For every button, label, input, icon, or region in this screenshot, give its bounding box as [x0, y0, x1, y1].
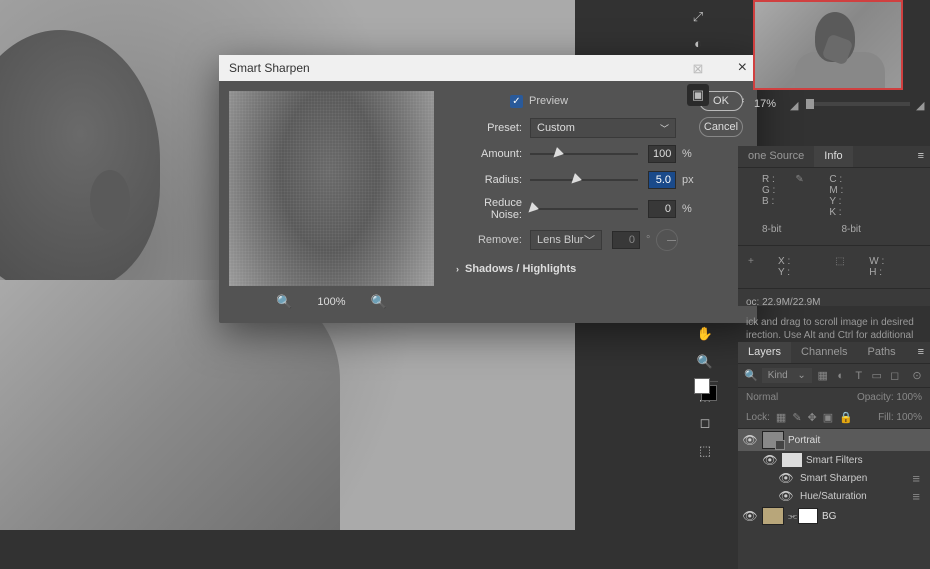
lock-transparency-icon[interactable]: ▦: [776, 411, 786, 424]
fill-value[interactable]: 100%: [896, 412, 922, 423]
preview-image[interactable]: [229, 91, 434, 286]
filter-toggle-icon[interactable]: ⊙: [910, 369, 924, 383]
preset-label: Preset:: [450, 122, 530, 134]
shadows-highlights-disclosure[interactable]: › Shadows / Highlights: [450, 263, 747, 275]
artboard-tool-icon[interactable]: ▣: [687, 84, 709, 106]
link-icon[interactable]: ⫘: [788, 511, 798, 522]
layer-list: 👁 Portrait 👁 Smart Filters 👁 Smart Sharp…: [738, 429, 930, 527]
radius-input[interactable]: [648, 171, 676, 189]
crosshair-icon: +: [744, 256, 758, 278]
layers-panel: Layers Channels Paths ≡ 🔍 Kind⌄ ▦ ◐ T ▭ …: [738, 342, 930, 569]
zoom-out-triangle-icon[interactable]: ◢: [790, 99, 800, 109]
smart-filters-row[interactable]: 👁 Smart Filters: [738, 451, 930, 469]
zoom-tool-icon[interactable]: 🔍: [694, 351, 716, 373]
cancel-button[interactable]: Cancel: [699, 117, 743, 137]
remove-label: Remove:: [450, 234, 530, 246]
dialog-titlebar[interactable]: Smart Sharpen ×: [219, 55, 757, 81]
noise-input[interactable]: [648, 200, 676, 218]
navigator-zoom-value: 17%: [754, 98, 784, 110]
tab-paths[interactable]: Paths: [858, 342, 906, 363]
lock-position-icon[interactable]: ✥: [808, 411, 817, 424]
perspective-tool-icon[interactable]: ⊠: [687, 58, 709, 80]
zoom-out-icon[interactable]: 🔍: [276, 294, 292, 310]
info-panel: one Source Info ≡ R : G : B : ✎ C : M : …: [738, 146, 930, 306]
visibility-icon[interactable]: 👁: [742, 509, 758, 523]
visibility-icon[interactable]: 👁: [778, 489, 794, 503]
noise-label: Reduce Noise:: [450, 197, 530, 221]
blend-mode-select[interactable]: Normal: [746, 392, 778, 403]
amount-input[interactable]: [648, 145, 676, 163]
filter-pixel-icon[interactable]: ▦: [816, 369, 830, 383]
navigator-thumbnail[interactable]: [753, 0, 903, 90]
panel-menu-icon[interactable]: ≡: [912, 146, 930, 167]
filter-options-icon[interactable]: ≡: [912, 489, 920, 504]
zoom-in-icon[interactable]: 🔍: [371, 294, 387, 310]
crop-tool-icon[interactable]: ⤢: [687, 6, 709, 28]
dialog-title: Smart Sharpen: [229, 55, 310, 81]
panel-menu-icon[interactable]: ≡: [912, 342, 930, 363]
chevron-down-icon: ﹀: [660, 122, 669, 135]
opacity-value[interactable]: 100%: [896, 392, 922, 403]
visibility-icon[interactable]: 👁: [762, 453, 778, 467]
filter-search-icon[interactable]: 🔍: [744, 369, 758, 382]
visibility-icon[interactable]: 👁: [778, 471, 794, 485]
lock-all-icon[interactable]: 🔒: [839, 411, 853, 424]
chevron-down-icon: ﹀: [584, 232, 595, 248]
filter-shape-icon[interactable]: ▭: [870, 369, 884, 383]
layer-row-bg[interactable]: 👁 ⫘ BG: [738, 505, 930, 527]
filter-smart-icon[interactable]: ◻: [888, 369, 902, 383]
smart-filter-sharpen[interactable]: 👁 Smart Sharpen ≡: [738, 469, 930, 487]
preview-checkbox[interactable]: ✓ Preview: [510, 95, 568, 108]
filter-kind-select[interactable]: Kind⌄: [762, 368, 812, 383]
doc-size: oc: 22.9M/22.9M: [738, 293, 930, 312]
zoom-in-triangle-icon[interactable]: ◢: [916, 99, 926, 109]
tab-clone-source[interactable]: one Source: [738, 146, 814, 167]
hand-tool-icon[interactable]: ✋: [694, 323, 716, 345]
tab-layers[interactable]: Layers: [738, 342, 791, 363]
quickmask-icon[interactable]: ◻: [694, 412, 716, 434]
radius-slider[interactable]: [530, 179, 638, 181]
filter-type-icon[interactable]: T: [852, 369, 866, 383]
dimensions-icon: ⬚: [835, 256, 849, 278]
tab-info[interactable]: Info: [814, 146, 852, 167]
degree-label: °: [646, 234, 650, 246]
preset-select[interactable]: Custom ﹀: [530, 118, 676, 138]
layer-row-portrait[interactable]: 👁 Portrait: [738, 429, 930, 451]
angle-input: [612, 231, 640, 249]
foreground-background-swatch[interactable]: [694, 378, 718, 402]
foreground-color-swatch[interactable]: [694, 378, 710, 394]
remove-select[interactable]: Lens Blur ﹀: [530, 230, 602, 250]
eyedropper-tool-icon[interactable]: ◐: [687, 32, 709, 54]
check-icon: ✓: [510, 95, 523, 108]
navigator-zoom-slider[interactable]: [806, 102, 910, 106]
amount-label: Amount:: [450, 148, 530, 160]
amount-slider[interactable]: [530, 153, 638, 155]
eyedropper-icon: ✎: [795, 174, 809, 218]
radius-label: Radius:: [450, 174, 530, 186]
smart-filter-hue-saturation[interactable]: 👁 Hue/Saturation ≡: [738, 487, 930, 505]
layer-thumbnail[interactable]: [762, 507, 784, 525]
filter-options-icon[interactable]: ≡: [912, 471, 920, 486]
navigator-panel: 17% ◢ ◢: [738, 0, 930, 118]
chevron-right-icon: ›: [456, 264, 459, 274]
angle-dial: [656, 229, 678, 251]
lock-artboard-icon[interactable]: ▣: [823, 411, 833, 424]
tab-channels[interactable]: Channels: [791, 342, 857, 363]
filter-mask-thumbnail[interactable]: [782, 453, 802, 467]
lock-image-icon[interactable]: ✎: [792, 411, 801, 424]
tool-strip: ⤢ ◐ ⊠ ▣: [687, 0, 711, 106]
noise-slider[interactable]: [530, 208, 638, 210]
layer-mask-thumbnail[interactable]: [798, 508, 818, 524]
screenmode-icon[interactable]: ⬚: [694, 440, 716, 462]
layer-thumbnail[interactable]: [762, 431, 784, 449]
visibility-icon[interactable]: 👁: [742, 433, 758, 447]
filter-adjustment-icon[interactable]: ◐: [834, 369, 848, 383]
smart-sharpen-dialog: Smart Sharpen × 🔍 100% 🔍 ✓ Preview ⚙ Pre…: [219, 55, 757, 323]
zoom-level: 100%: [317, 296, 345, 308]
